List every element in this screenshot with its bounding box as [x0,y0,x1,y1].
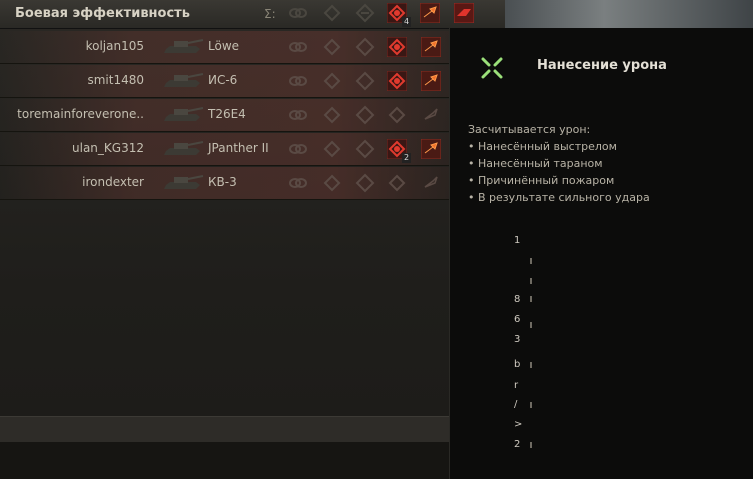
tooltip-glyph: 1 [514,235,521,246]
player-name: smit1480 [87,73,144,87]
tank-name: JPanther II [208,141,269,155]
tank-name: ИС-6 [208,73,238,87]
assist-icon [323,140,341,158]
spotted-icon [289,178,307,188]
achievement-tooltip: Нанесение урона Засчитывается урон: • На… [449,28,753,479]
damage-dealt-icon [424,176,438,188]
tank-icon [164,141,204,155]
blocked-icon[interactable] [355,3,375,23]
spotted-icon[interactable] [288,3,308,23]
footer-strip [0,442,449,479]
tooltip-tick [530,322,532,328]
sum-label: Σ: [264,7,276,21]
background-scene [505,0,753,28]
crit-count-badge: 4 [402,17,412,27]
tooltip-tick [530,402,532,408]
tank-icon [164,107,204,121]
footer-bar [0,416,449,443]
table-row: toremainforeverone.. T26E4 [0,99,449,132]
panel-title: Боевая эффективность [15,6,190,21]
tank-icon [164,175,204,189]
table-row: ulan_KG312 JPanther II 2 [0,133,449,166]
spotted-icon [289,110,307,120]
spotted-icon [289,76,307,86]
assist-icon [323,38,341,56]
table-row: irondexter КВ-3 [0,167,449,200]
tooltip-tick [530,258,532,264]
tooltip-tick [530,362,532,368]
crit-count-badge: 2 [402,153,412,163]
table-row: smit1480 ИС-6 [0,65,449,98]
tank-icon [164,39,204,53]
tooltip-intro: Засчитывается урон: [468,123,591,136]
tooltip-glyph: b [514,359,521,370]
assist-icon [323,72,341,90]
tooltip-item: • В результате сильного удара [468,191,650,204]
player-name: ulan_KG312 [72,141,144,155]
tank-icon [164,73,204,87]
tooltip-glyph: 2 [514,439,521,450]
tooltip-tick [530,442,532,448]
crit-damage-icon[interactable] [387,37,407,57]
table-row: koljan105 Löwe [0,31,449,64]
assist-icon[interactable] [322,3,342,23]
crit-damage-icon[interactable] [387,71,407,91]
assist-icon [323,106,341,124]
tooltip-glyph: 6 [514,314,521,325]
player-name: koljan105 [85,39,144,53]
tank-name: Löwe [208,39,240,53]
crit-damage-icon [388,106,406,124]
tooltip-item: • Нанесённый выстрелом [468,140,617,153]
tooltip-title: Нанесение урона [537,58,667,73]
player-name: toremainforeverone.. [17,107,144,121]
tooltip-glyph: / [514,399,518,410]
tooltip-glyph: 8 [514,294,521,305]
blocked-icon [355,139,375,159]
tooltip-item: • Причинённый пожаром [468,174,615,187]
damage-dealt-icon[interactable] [420,3,440,23]
tooltip-glyph: > [514,419,523,430]
tooltip-glyph: r [514,380,519,391]
damage-dealt-icon [424,108,438,120]
panel-header: Боевая эффективность Σ: 4 [0,0,505,29]
assist-icon [323,174,341,192]
crit-damage-icon [388,174,406,192]
tooltip-glyph: 3 [514,334,521,345]
blocked-icon [355,173,375,193]
tooltip-tick [530,296,532,302]
tank-name: T26E4 [208,107,246,121]
damage-dealt-icon[interactable] [421,37,441,57]
tooltip-body: Засчитывается урон: • Нанесённый выстрел… [468,121,650,206]
player-name: irondexter [82,175,144,189]
tank-name: КВ-3 [208,175,237,189]
damage-dealt-icon[interactable] [421,71,441,91]
tooltip-item: • Нанесённый тараном [468,157,603,170]
kill-icon[interactable] [454,3,474,23]
spotted-icon [289,144,307,154]
crosshair-icon [481,57,503,79]
tooltip-tick [530,278,532,284]
blocked-icon [355,71,375,91]
blocked-icon [355,105,375,125]
damage-dealt-icon[interactable] [421,139,441,159]
blocked-icon [355,37,375,57]
spotted-icon [289,42,307,52]
